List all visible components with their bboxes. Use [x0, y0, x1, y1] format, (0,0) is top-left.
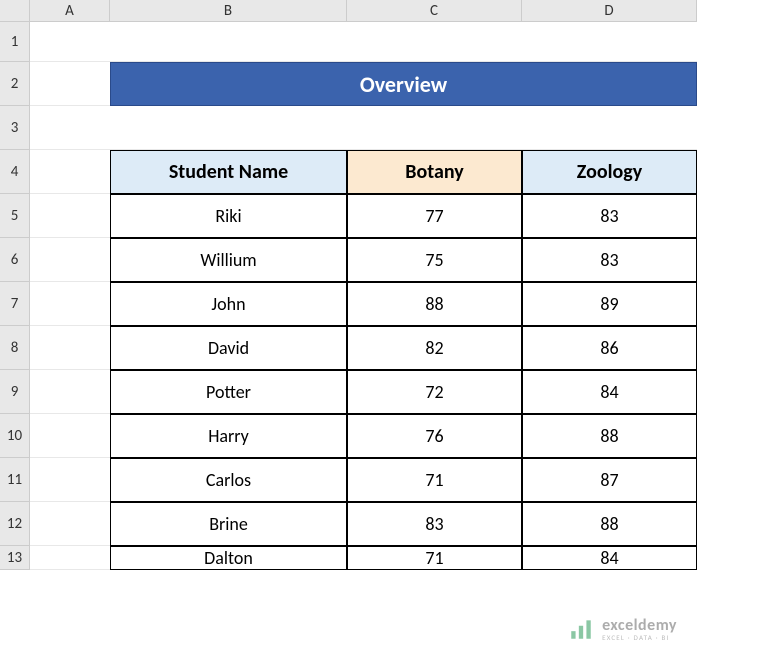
row-header-11[interactable]: 11 — [0, 458, 30, 502]
cell-D3[interactable] — [522, 106, 697, 150]
row-header-6[interactable]: 6 — [0, 238, 30, 282]
table-row[interactable]: Riki — [110, 194, 347, 238]
cell-A4[interactable] — [30, 150, 110, 194]
table-row[interactable]: Harry — [110, 414, 347, 458]
cell-A8[interactable] — [30, 326, 110, 370]
table-row[interactable]: Willium — [110, 238, 347, 282]
table-row[interactable]: 86 — [522, 326, 697, 370]
watermark-tag: EXCEL · DATA · BI — [602, 634, 677, 641]
header-student-name[interactable]: Student Name — [110, 150, 347, 194]
cell-B3[interactable] — [110, 106, 347, 150]
row-header-7[interactable]: 7 — [0, 282, 30, 326]
table-row[interactable]: 88 — [347, 282, 522, 326]
table-row[interactable]: 83 — [347, 502, 522, 546]
row-header-12[interactable]: 12 — [0, 502, 30, 546]
cell-A2[interactable] — [30, 62, 110, 106]
watermark: exceldemy EXCEL · DATA · BI — [568, 616, 677, 642]
table-row[interactable]: John — [110, 282, 347, 326]
cell-A7[interactable] — [30, 282, 110, 326]
cell-A11[interactable] — [30, 458, 110, 502]
cell-C1[interactable] — [347, 22, 522, 62]
cell-A9[interactable] — [30, 370, 110, 414]
row-header-9[interactable]: 9 — [0, 370, 30, 414]
table-row[interactable]: Carlos — [110, 458, 347, 502]
cell-A5[interactable] — [30, 194, 110, 238]
cell-C3[interactable] — [347, 106, 522, 150]
table-row[interactable]: 88 — [522, 502, 697, 546]
cell-B1[interactable] — [110, 22, 347, 62]
row-header-8[interactable]: 8 — [0, 326, 30, 370]
chart-icon — [568, 616, 594, 642]
table-row[interactable]: Brine — [110, 502, 347, 546]
corner-cell[interactable] — [0, 0, 30, 22]
cell-D1[interactable] — [522, 22, 697, 62]
cell-A10[interactable] — [30, 414, 110, 458]
table-row[interactable]: 84 — [522, 546, 697, 570]
watermark-brand: exceldemy — [602, 618, 677, 634]
row-header-3[interactable]: 3 — [0, 106, 30, 150]
row-header-4[interactable]: 4 — [0, 150, 30, 194]
table-row[interactable]: 77 — [347, 194, 522, 238]
table-row[interactable]: 75 — [347, 238, 522, 282]
col-header-D[interactable]: D — [522, 0, 697, 22]
cell-A12[interactable] — [30, 502, 110, 546]
table-row[interactable]: Dalton — [110, 546, 347, 570]
table-row[interactable]: 83 — [522, 238, 697, 282]
col-header-C[interactable]: C — [347, 0, 522, 22]
table-row[interactable]: 84 — [522, 370, 697, 414]
header-botany[interactable]: Botany — [347, 150, 522, 194]
watermark-text: exceldemy EXCEL · DATA · BI — [602, 618, 677, 641]
col-header-A[interactable]: A — [30, 0, 110, 22]
col-header-B[interactable]: B — [110, 0, 347, 22]
row-header-1[interactable]: 1 — [0, 22, 30, 62]
cell-A6[interactable] — [30, 238, 110, 282]
row-header-10[interactable]: 10 — [0, 414, 30, 458]
table-row[interactable]: Potter — [110, 370, 347, 414]
table-row[interactable]: 82 — [347, 326, 522, 370]
header-zoology[interactable]: Zoology — [522, 150, 697, 194]
row-header-2[interactable]: 2 — [0, 62, 30, 106]
cell-A13[interactable] — [30, 546, 110, 570]
table-row[interactable]: David — [110, 326, 347, 370]
table-row[interactable]: 71 — [347, 546, 522, 570]
table-row[interactable]: 83 — [522, 194, 697, 238]
cell-A1[interactable] — [30, 22, 110, 62]
spreadsheet-grid: A B C D 1 2 Overview 3 4 Student Name Bo… — [0, 0, 767, 570]
table-row[interactable]: 71 — [347, 458, 522, 502]
table-row[interactable]: 72 — [347, 370, 522, 414]
table-row[interactable]: 87 — [522, 458, 697, 502]
title-cell[interactable]: Overview — [110, 62, 697, 106]
table-row[interactable]: 76 — [347, 414, 522, 458]
table-row[interactable]: 89 — [522, 282, 697, 326]
table-row[interactable]: 88 — [522, 414, 697, 458]
row-header-13[interactable]: 13 — [0, 546, 30, 570]
cell-A3[interactable] — [30, 106, 110, 150]
row-header-5[interactable]: 5 — [0, 194, 30, 238]
